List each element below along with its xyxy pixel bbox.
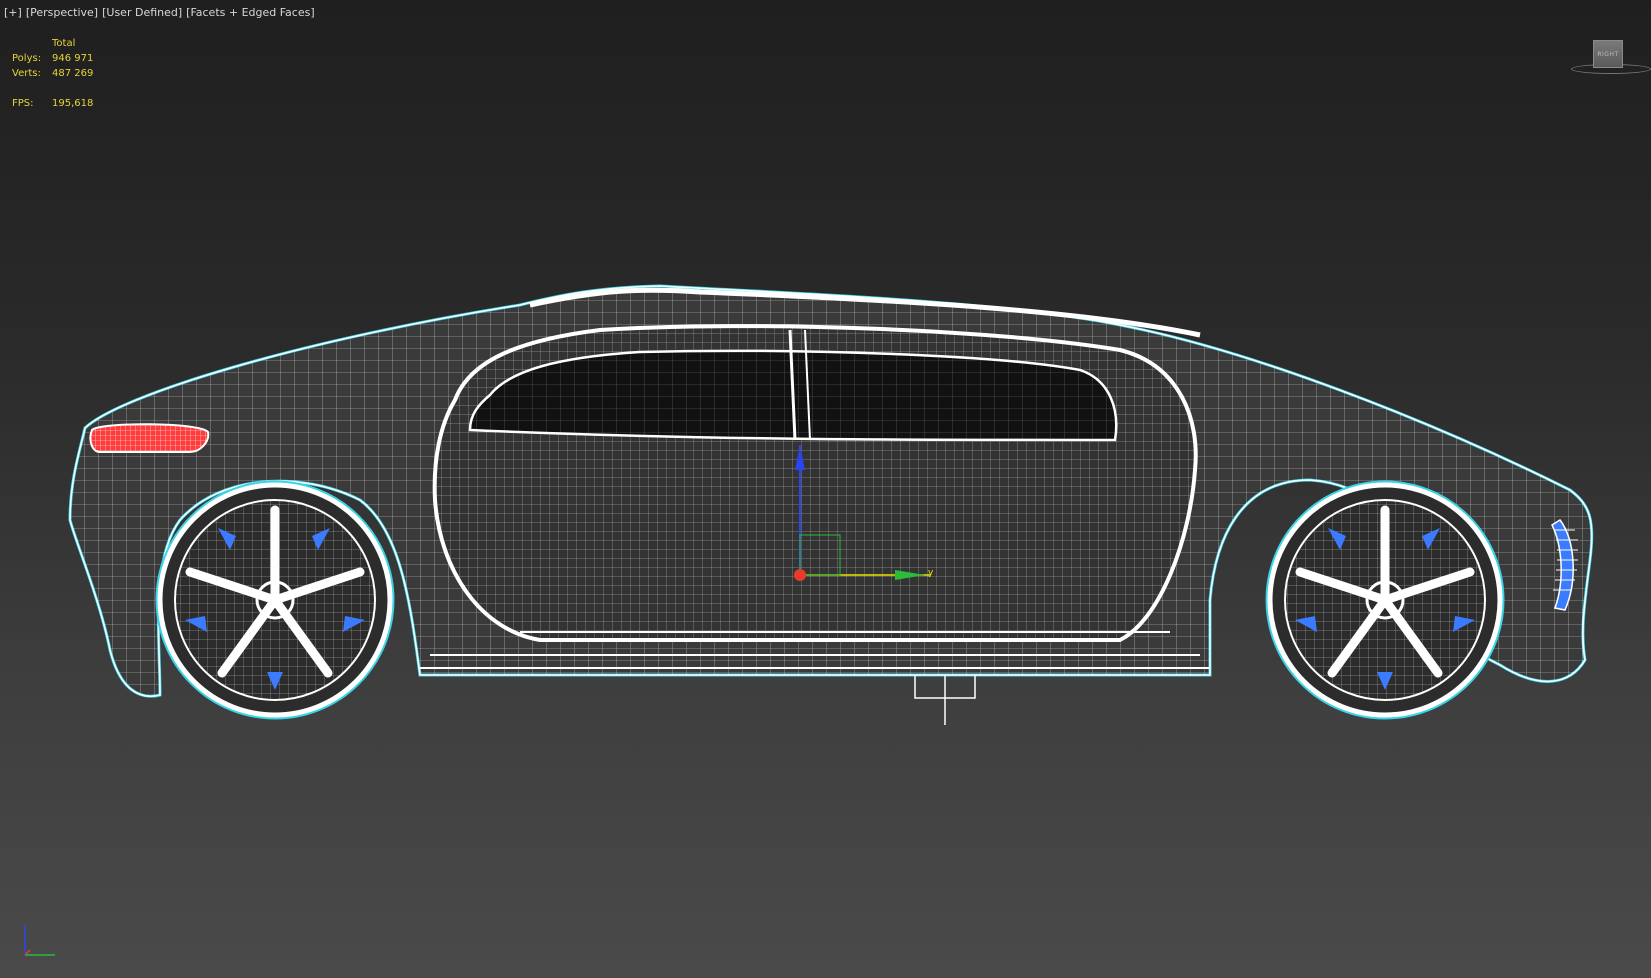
tail-light: [89, 423, 210, 453]
rear-wheel[interactable]: [155, 480, 395, 720]
front-wheel[interactable]: [1265, 480, 1505, 720]
pivot-stand: [914, 675, 976, 725]
gizmo-y-label: y: [928, 568, 934, 578]
gizmo-x-axis[interactable]: [794, 569, 806, 581]
world-axis-tripod: [24, 925, 55, 956]
3d-viewport[interactable]: [+] [Perspective] [User Defined] [Facets + …: [0, 0, 1651, 978]
car-wireframe-scene[interactable]: y: [0, 0, 1651, 978]
